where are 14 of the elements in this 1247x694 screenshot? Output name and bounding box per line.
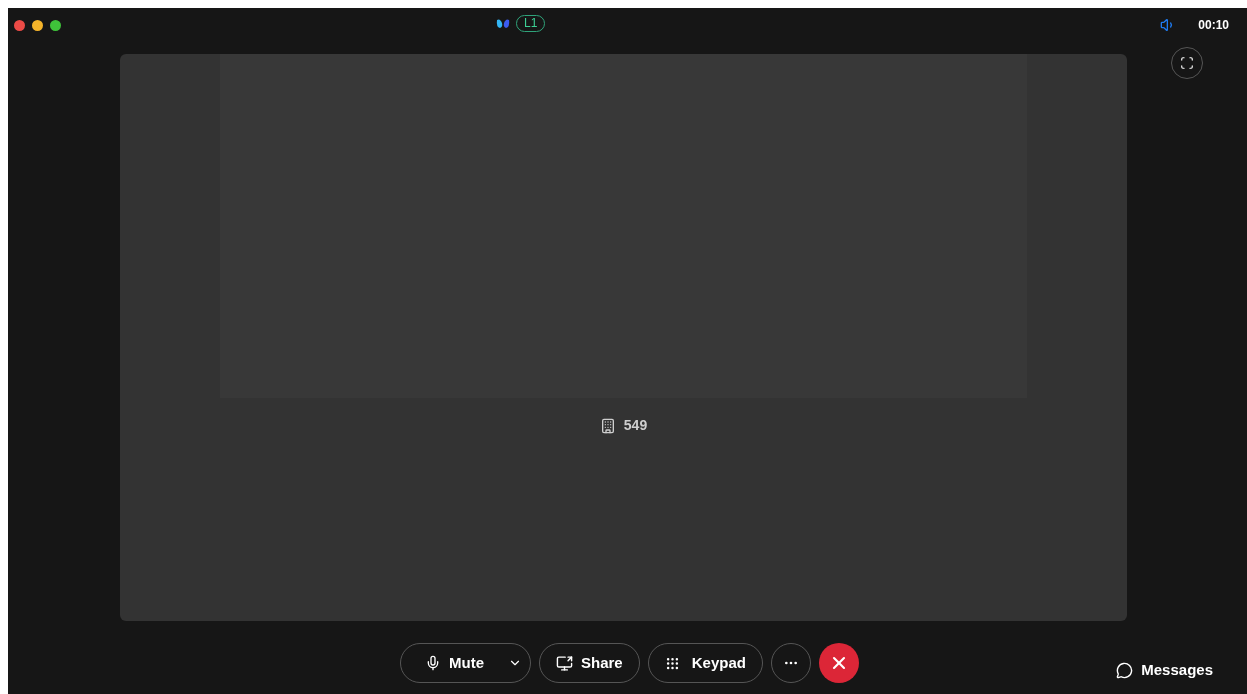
- keypad-icon: [664, 655, 680, 671]
- app-logo-icon: [496, 18, 510, 29]
- close-window-icon[interactable]: [14, 19, 25, 31]
- building-icon: [599, 417, 616, 434]
- end-call-button[interactable]: [818, 643, 859, 683]
- fullscreen-icon: [1180, 56, 1194, 70]
- microphone-icon: [425, 655, 441, 671]
- call-timer: 00:10: [1198, 17, 1229, 34]
- zoom-window-icon[interactable]: [50, 19, 61, 31]
- share-screen-icon: [556, 654, 573, 672]
- messages-button[interactable]: Messages: [1116, 658, 1213, 682]
- minimize-window-icon[interactable]: [32, 19, 43, 31]
- caller-number: 549: [623, 416, 648, 435]
- chat-bubble-icon: [1116, 661, 1134, 679]
